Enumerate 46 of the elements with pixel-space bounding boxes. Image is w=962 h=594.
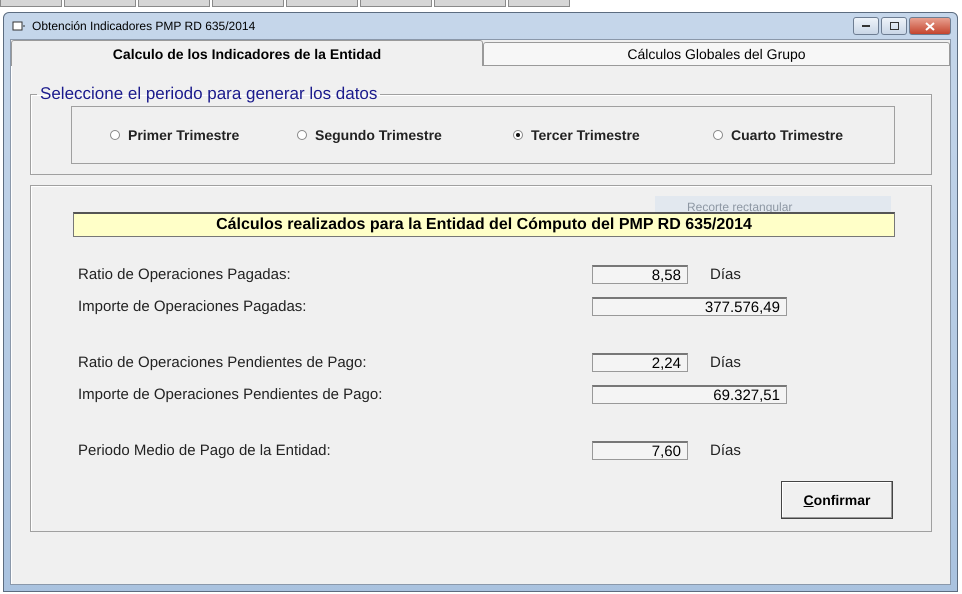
radio-option[interactable]: Segundo Trimestre [297,127,513,143]
close-icon [925,22,935,30]
minimize-icon [862,24,870,28]
unit-label: Días [710,354,741,370]
radio-button[interactable] [297,130,307,140]
taskbar-button[interactable] [138,0,210,7]
value-field: 8,58 [592,264,688,284]
maximize-icon [890,22,898,30]
confirm-button[interactable]: Confirmar [781,481,893,519]
maximize-button[interactable] [881,17,907,35]
radio-label: Primer Trimestre [128,127,240,143]
radio-option[interactable]: Tercer Trimestre [513,127,713,143]
taskbar-button[interactable] [0,0,62,7]
field-label: Ratio de Operaciones Pendientes de Pago: [77,354,368,370]
value-field: 377.576,49 [592,296,787,316]
radio-option[interactable]: Cuarto Trimestre [713,127,873,143]
window-title: Obtención Indicadores PMP RD 635/2014 [32,19,256,33]
radio-button[interactable] [713,130,723,140]
taskbar-button[interactable] [286,0,358,7]
results-header: Cálculos realizados para la Entidad del Cómputo del PMP RD 635/2014 [73,212,895,237]
taskbar-button[interactable] [212,0,284,7]
radio-button[interactable] [110,130,120,140]
radio-option[interactable]: Primer Trimestre [110,127,297,143]
field-label: Ratio de Operaciones Pagadas: [77,266,292,282]
value-field: 69.327,51 [592,384,787,404]
value-field: 2,24 [592,352,688,372]
field-label: Periodo Medio de Pago de la Entidad: [77,442,332,458]
window-icon [12,20,26,32]
taskbar-button[interactable] [360,0,432,7]
field-label: Importe de Operaciones Pendientes de Pago: [77,386,384,402]
taskbar-button[interactable] [508,0,570,7]
taskbar-button[interactable] [64,0,136,7]
radio-label: Tercer Trimestre [531,127,640,143]
radio-label: Segundo Trimestre [315,127,442,143]
taskbar-button[interactable] [434,0,506,7]
tab[interactable]: Calculo de los Indicadores de la Entidad [11,40,483,66]
radio-label: Cuarto Trimestre [731,127,844,143]
radio-button[interactable] [513,130,523,140]
tab[interactable]: Cálculos Globales del Grupo [483,42,950,66]
close-button[interactable] [909,17,951,35]
unit-label: Días [710,266,741,282]
unit-label: Días [710,442,741,458]
group-title: Seleccione el periodo para generar los datos [39,84,378,104]
value-field: 7,60 [592,440,688,460]
minimize-button[interactable] [853,17,879,35]
field-label: Importe de Operaciones Pagadas: [77,298,308,314]
